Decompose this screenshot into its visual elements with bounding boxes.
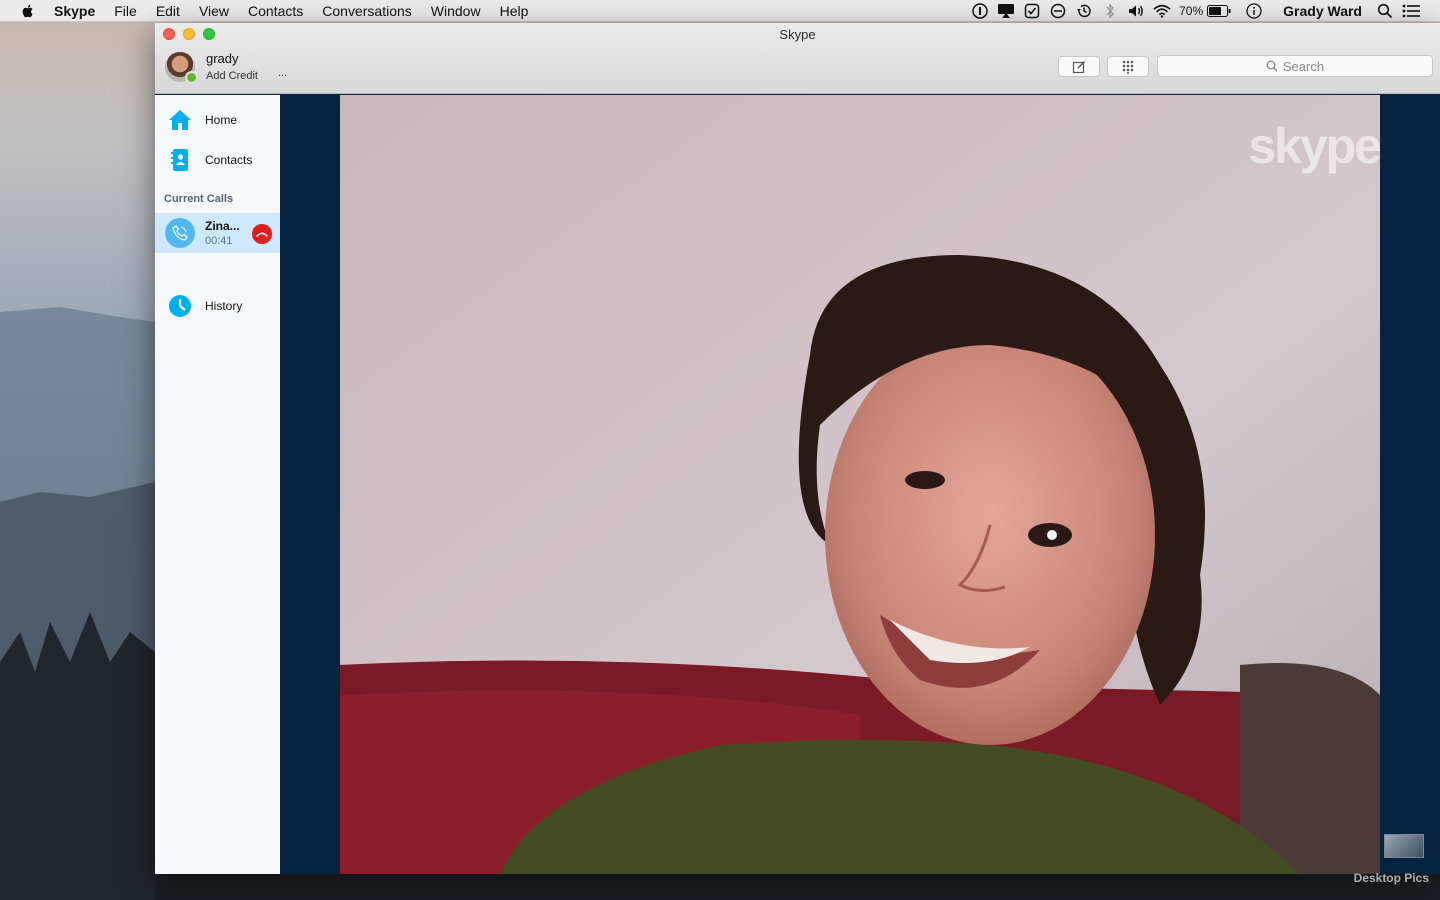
status-area: 70% Grady Ward bbox=[971, 0, 1440, 22]
compose-icon bbox=[1072, 60, 1085, 73]
notification-center-icon[interactable] bbox=[1402, 3, 1420, 19]
apple-menu-icon[interactable] bbox=[20, 3, 36, 19]
info-icon[interactable] bbox=[1245, 3, 1263, 19]
hang-up-icon bbox=[256, 232, 268, 237]
skype-watermark-logo: skype bbox=[1248, 118, 1380, 174]
profile-area[interactable]: grady Add Credit bbox=[165, 51, 258, 84]
wifi-icon[interactable] bbox=[1153, 3, 1171, 19]
profile-name[interactable]: grady bbox=[206, 51, 258, 66]
window-title: Skype bbox=[779, 27, 816, 42]
sidebar-item-label: Contacts bbox=[205, 153, 253, 167]
dial-pad-button[interactable] bbox=[1107, 56, 1149, 77]
sidebar-item-home[interactable]: Home bbox=[155, 102, 280, 138]
profile-more-button[interactable]: ... bbox=[278, 67, 287, 79]
hang-up-button[interactable] bbox=[252, 224, 272, 244]
history-clock-icon bbox=[167, 293, 193, 319]
bluetooth-icon[interactable] bbox=[1101, 3, 1119, 19]
phone-call-icon bbox=[172, 225, 188, 241]
menu-file[interactable]: File bbox=[114, 0, 137, 22]
skype-window: Skype grady Add Credit ... Search Home C… bbox=[155, 23, 1440, 874]
battery-percent: 70% bbox=[1179, 4, 1204, 18]
sidebar-item-label: History bbox=[205, 299, 243, 313]
video-call-stage: skype bbox=[280, 95, 1440, 874]
battery-icon[interactable] bbox=[1207, 3, 1231, 19]
new-conversation-button[interactable] bbox=[1058, 56, 1100, 77]
spotlight-icon[interactable] bbox=[1376, 3, 1394, 19]
focus-icon[interactable] bbox=[1049, 3, 1067, 19]
avatar[interactable] bbox=[165, 51, 198, 84]
menu-bar: Skype File Edit View Contacts Conversati… bbox=[0, 0, 1440, 22]
presence-online-icon bbox=[185, 70, 198, 84]
search-placeholder: Search bbox=[1282, 58, 1325, 74]
home-icon bbox=[167, 107, 193, 133]
current-call-item[interactable]: Zina... 00:41 bbox=[155, 213, 280, 253]
checkmark-icon[interactable] bbox=[1023, 3, 1041, 19]
sidebar-item-contacts[interactable]: Contacts bbox=[155, 142, 280, 178]
call-contact-name: Zina... bbox=[205, 219, 240, 233]
menu-contacts[interactable]: Contacts bbox=[248, 0, 303, 22]
menu-edit[interactable]: Edit bbox=[156, 0, 180, 22]
desktop-pics-label: Desktop Pics bbox=[1353, 871, 1429, 885]
app-menu[interactable]: Skype bbox=[54, 0, 95, 22]
call-avatar bbox=[165, 218, 195, 248]
menu-conversations[interactable]: Conversations bbox=[322, 0, 412, 22]
menu-window[interactable]: Window bbox=[431, 0, 481, 22]
fast-user-switch[interactable]: Grady Ward bbox=[1283, 3, 1362, 19]
1password-icon[interactable] bbox=[971, 3, 989, 19]
search-input[interactable]: Search bbox=[1157, 55, 1433, 77]
airplay-icon[interactable] bbox=[997, 3, 1015, 19]
sidebar-item-history[interactable]: History bbox=[155, 288, 280, 324]
current-calls-heading: Current Calls bbox=[164, 193, 234, 205]
sidebar-item-label: Home bbox=[205, 113, 238, 127]
call-duration: 00:41 bbox=[205, 235, 233, 247]
time-machine-icon[interactable] bbox=[1075, 3, 1093, 19]
menu-help[interactable]: Help bbox=[500, 0, 529, 22]
add-credit-link[interactable]: Add Credit bbox=[206, 70, 258, 82]
volume-icon[interactable] bbox=[1127, 3, 1145, 19]
window-toolbar: Skype grady Add Credit ... Search bbox=[155, 23, 1440, 94]
contacts-book-icon bbox=[167, 147, 193, 173]
search-icon bbox=[1266, 60, 1278, 72]
remote-video-feed[interactable]: skype bbox=[340, 95, 1380, 874]
sidebar: Home Contacts Current Calls Zina... 00:4… bbox=[155, 95, 280, 874]
menu-view[interactable]: View bbox=[199, 0, 229, 22]
remote-participant-video bbox=[340, 95, 1380, 874]
self-view-video-thumbnail[interactable] bbox=[1384, 834, 1424, 858]
dial-pad-icon bbox=[1122, 60, 1134, 74]
